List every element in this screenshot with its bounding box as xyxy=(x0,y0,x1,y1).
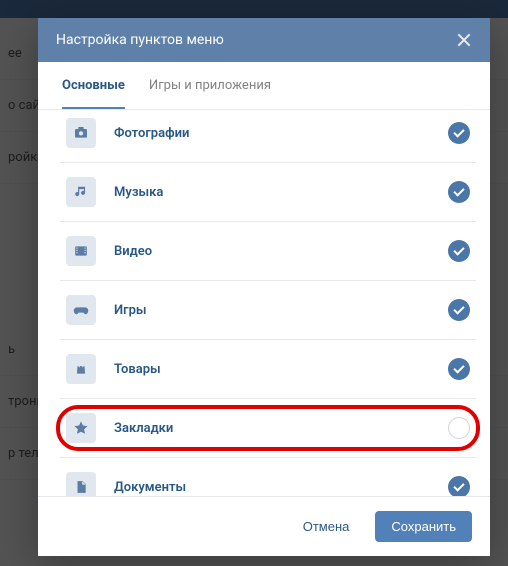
games-icon xyxy=(66,295,96,325)
toggle-on[interactable] xyxy=(448,181,470,203)
photo-icon xyxy=(66,118,96,148)
close-icon[interactable] xyxy=(456,32,472,48)
menu-item-row[interactable]: Игры xyxy=(60,280,476,339)
toggle-on[interactable] xyxy=(448,476,470,496)
menu-items-list[interactable]: Фотографии Музыка Видео Игры Товары Закладки Д… xyxy=(38,110,490,496)
menu-item-label: Музыка xyxy=(114,185,448,200)
modal-footer: Отмена Сохранить xyxy=(38,496,490,556)
cancel-button[interactable]: Отмена xyxy=(287,511,366,542)
market-icon xyxy=(66,354,96,384)
menu-settings-modal: Настройка пунктов меню Основные Игры и п… xyxy=(38,18,490,556)
doc-icon xyxy=(66,472,96,496)
tabs: Основные Игры и приложения xyxy=(38,62,490,110)
music-icon xyxy=(66,177,96,207)
modal-title: Настройка пунктов меню xyxy=(56,32,224,48)
menu-item-row[interactable]: Музыка xyxy=(60,162,476,221)
star-icon xyxy=(66,413,96,443)
menu-item-label: Товары xyxy=(114,362,448,377)
menu-item-row[interactable]: Фотографии xyxy=(60,110,476,162)
menu-item-row[interactable]: Документы xyxy=(60,457,476,496)
menu-item-label: Документы xyxy=(114,480,448,495)
menu-item-label: Игры xyxy=(114,303,448,318)
toggle-on[interactable] xyxy=(448,358,470,380)
tab-games-apps[interactable]: Игры и приложения xyxy=(149,62,271,109)
toggle-on[interactable] xyxy=(448,299,470,321)
toggle-on[interactable] xyxy=(448,240,470,262)
menu-item-row[interactable]: Товары xyxy=(60,339,476,398)
toggle-off[interactable] xyxy=(448,417,470,439)
video-icon xyxy=(66,236,96,266)
menu-item-label: Закладки xyxy=(114,421,448,436)
menu-item-row[interactable]: Видео xyxy=(60,221,476,280)
modal-header: Настройка пунктов меню xyxy=(38,18,490,62)
menu-item-label: Видео xyxy=(114,244,448,259)
menu-item-label: Фотографии xyxy=(114,126,448,141)
menu-item-row[interactable]: Закладки xyxy=(60,398,476,457)
save-button[interactable]: Сохранить xyxy=(375,511,472,542)
tab-primary[interactable]: Основные xyxy=(62,62,125,109)
toggle-on[interactable] xyxy=(448,122,470,144)
